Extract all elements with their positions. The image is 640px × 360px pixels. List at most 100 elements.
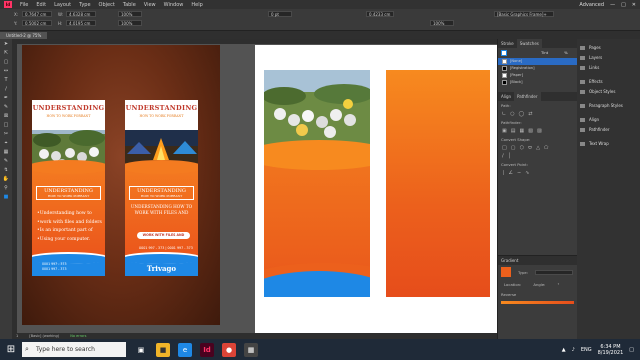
- swatch-row[interactable]: [Paper]: [498, 72, 577, 79]
- task-view-icon[interactable]: ▣: [134, 343, 148, 357]
- swatch-row[interactable]: [Registration]: [498, 65, 577, 72]
- object-styles-panel-button[interactable]: Object Styles: [577, 87, 640, 97]
- close-icon[interactable]: ✕: [632, 2, 636, 8]
- design-panel-front[interactable]: [264, 70, 370, 297]
- taskbar-search-input[interactable]: Type here to search: [22, 342, 126, 357]
- tint-value[interactable]: %: [564, 50, 568, 56]
- reverse-button[interactable]: Reverse: [498, 290, 577, 299]
- menu-view[interactable]: View: [144, 2, 156, 8]
- zoom-field[interactable]: 100%: [430, 20, 454, 26]
- fill-swatch-icon[interactable]: [501, 50, 507, 56]
- orange-wave-shape[interactable]: [264, 140, 370, 170]
- maximize-icon[interactable]: □: [621, 2, 626, 8]
- ellipse-icon[interactable]: ⬭: [528, 145, 532, 151]
- menu-window[interactable]: Window: [164, 2, 184, 8]
- chrome-icon[interactable]: ●: [222, 342, 236, 357]
- menu-edit[interactable]: Edit: [36, 2, 46, 8]
- note-tool-icon[interactable]: ✎: [2, 158, 10, 165]
- workspace-switcher[interactable]: Advanced: [579, 2, 604, 8]
- line-tool-icon[interactable]: ∕: [2, 86, 10, 93]
- frame-style-select[interactable]: [Basic Graphics Frame]+: [494, 11, 554, 17]
- rectangle-tool-icon[interactable]: □: [2, 122, 10, 129]
- plain-point-icon[interactable]: ∣: [502, 170, 505, 176]
- reverse-path-icon[interactable]: ⇄: [528, 111, 532, 117]
- indesign-taskbar-icon[interactable]: Id: [200, 342, 214, 357]
- smooth-point-icon[interactable]: ∽: [517, 170, 521, 176]
- rectangle-frame-tool-icon[interactable]: ⊠: [2, 113, 10, 120]
- scale-y-field[interactable]: 100%: [118, 20, 142, 26]
- page-number[interactable]: 1: [16, 334, 18, 338]
- height-field[interactable]: 4.0195 cm: [66, 20, 96, 26]
- swatch-row[interactable]: [Black]: [498, 79, 577, 86]
- gradient-ramp[interactable]: [501, 301, 574, 304]
- line-shape-icon[interactable]: ∕: [502, 153, 504, 159]
- menu-layout[interactable]: Layout: [54, 2, 71, 8]
- stroke-weight-field[interactable]: 0 pt: [268, 11, 292, 17]
- corner-point-icon[interactable]: ∠: [509, 170, 513, 176]
- menu-object[interactable]: Object: [99, 2, 115, 8]
- edge-browser-icon[interactable]: e: [178, 342, 192, 357]
- gradient-tab[interactable]: Gradient: [498, 256, 577, 265]
- page-tool-icon[interactable]: ▢: [2, 59, 10, 66]
- pencil-tool-icon[interactable]: ✎: [2, 104, 10, 111]
- x-field[interactable]: 0.7647 cm: [22, 11, 52, 17]
- open-path-icon[interactable]: ○: [510, 111, 514, 117]
- orthogonal-line-icon[interactable]: │: [508, 153, 511, 159]
- minus-back-icon[interactable]: ▨: [537, 128, 542, 134]
- subtract-icon[interactable]: ▤: [511, 128, 516, 134]
- zoom-tool-icon[interactable]: ⚲: [2, 185, 10, 192]
- join-path-icon[interactable]: ∟: [502, 111, 506, 117]
- blue-wave-shape[interactable]: [264, 271, 370, 297]
- type-tool-icon[interactable]: T: [2, 77, 10, 84]
- paragraph-styles-panel-button[interactable]: Paragraph Styles: [577, 101, 640, 111]
- symmetrical-point-icon[interactable]: ∿: [525, 170, 529, 176]
- pathfinder-tab[interactable]: Pathfinder: [514, 92, 541, 101]
- menu-file[interactable]: File: [20, 2, 28, 8]
- intersect-icon[interactable]: ▦: [519, 128, 524, 134]
- menu-type[interactable]: Type: [79, 2, 90, 8]
- gradient-type-select[interactable]: [535, 269, 573, 275]
- eyedropper-tool-icon[interactable]: ↯: [2, 167, 10, 174]
- windows-start-icon[interactable]: ⊞: [4, 343, 18, 357]
- pathfinder-panel-button[interactable]: Pathfinder: [577, 125, 640, 135]
- angle-field[interactable]: °: [554, 280, 562, 289]
- pages-panel-button[interactable]: Pages: [577, 43, 640, 53]
- size-field[interactable]: 0.4233 cm: [366, 11, 394, 17]
- menu-help[interactable]: Help: [191, 2, 202, 8]
- links-panel-button[interactable]: Links: [577, 63, 640, 73]
- scissors-tool-icon[interactable]: ✂: [2, 131, 10, 138]
- add-icon[interactable]: ▣: [502, 128, 507, 134]
- width-field[interactable]: 4.6328 cm: [66, 11, 96, 17]
- horizontal-ruler[interactable]: [12, 39, 497, 44]
- triangle-icon[interactable]: △: [536, 145, 540, 151]
- fill-stroke-icon[interactable]: ■: [2, 194, 10, 201]
- document-tab[interactable]: Untitled-2 @ 75%: [0, 32, 48, 39]
- clock[interactable]: 6:34 PM 8/19/2021: [598, 344, 624, 356]
- align-panel-button[interactable]: Align: [577, 115, 640, 125]
- rounded-rectangle-icon[interactable]: ▢: [511, 145, 516, 151]
- selection-tool-icon[interactable]: ➤: [2, 41, 10, 48]
- text-wrap-panel-button[interactable]: Text Wrap: [577, 139, 640, 149]
- swatches-tab[interactable]: Swatches: [516, 39, 542, 48]
- hand-tool-icon[interactable]: ✋: [2, 176, 10, 183]
- design-panel-back[interactable]: [386, 70, 490, 297]
- align-tab[interactable]: Align: [498, 92, 514, 101]
- vertical-ruler[interactable]: [12, 44, 17, 339]
- group-photo[interactable]: [264, 70, 370, 150]
- app-icon[interactable]: ▦: [244, 342, 258, 357]
- rectangle-shape-icon[interactable]: □: [502, 145, 507, 151]
- file-explorer-icon[interactable]: ■: [156, 342, 170, 357]
- scale-x-field[interactable]: 100%: [118, 11, 142, 17]
- language-indicator[interactable]: ENG: [581, 347, 592, 353]
- y-field[interactable]: 0.5002 cm: [22, 20, 52, 26]
- close-path-icon[interactable]: ◯: [519, 111, 525, 117]
- notification-icon[interactable]: □: [629, 347, 634, 353]
- free-transform-tool-icon[interactable]: ⌖: [2, 140, 10, 147]
- swatch-row[interactable]: [None]: [498, 58, 577, 65]
- polygon-icon[interactable]: ⬠: [544, 145, 548, 151]
- volume-icon[interactable]: ♪: [572, 347, 575, 353]
- stroke-tab[interactable]: Stroke: [498, 39, 517, 48]
- direct-selection-tool-icon[interactable]: ⇱: [2, 50, 10, 57]
- effects-panel-button[interactable]: Effects: [577, 77, 640, 87]
- minimize-icon[interactable]: —: [610, 2, 615, 8]
